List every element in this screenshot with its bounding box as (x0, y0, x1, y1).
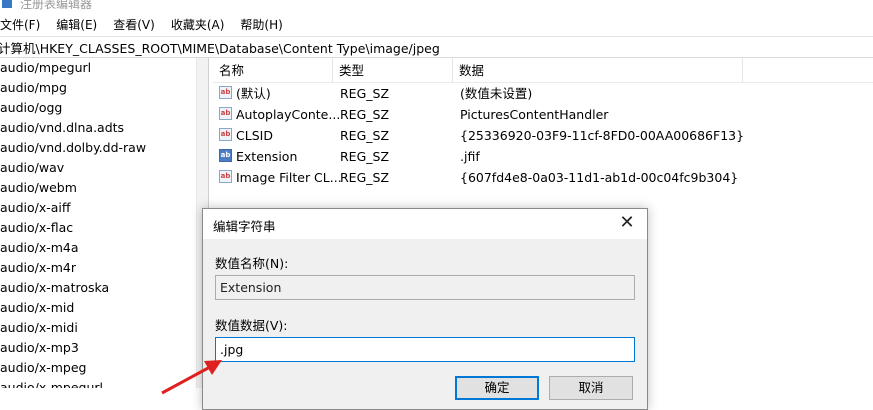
menu-file[interactable]: 文件(F) (0, 13, 40, 35)
tree-item[interactable]: audio/mpegurl (0, 58, 200, 78)
value-type: REG_SZ (340, 170, 390, 185)
string-value-icon-selected: ab (219, 149, 232, 162)
menu-edit[interactable]: 编辑(E) (56, 13, 97, 35)
menu-help[interactable]: 帮助(H) (240, 13, 282, 35)
title-bar: 注册表编辑器 (0, 0, 873, 12)
tree-item[interactable]: audio/vnd.dolby.dd-raw (0, 138, 200, 158)
tree-item[interactable]: audio/ogg (0, 98, 200, 118)
close-icon[interactable]: ✕ (617, 213, 637, 233)
window-title: 注册表编辑器 (20, 0, 93, 11)
menu-view[interactable]: 查看(V) (113, 13, 155, 35)
value-type: REG_SZ (340, 107, 390, 122)
tree-item[interactable]: audio/vnd.dlna.adts (0, 118, 200, 138)
value-data: PicturesContentHandler (460, 107, 609, 122)
value-data: .jfif (460, 149, 480, 164)
ok-button[interactable]: 确定 (455, 376, 539, 400)
registry-app-icon (2, 0, 12, 8)
list-header: 名称 类型 数据 (213, 58, 873, 83)
column-header-type[interactable]: 类型 (333, 58, 453, 82)
tree-item[interactable]: audio/mpg (0, 78, 200, 98)
registry-tree: audio/mpegurl audio/mpg audio/ogg audio/… (0, 58, 200, 388)
value-name-label: 数值名称(N): (215, 256, 289, 271)
list-row[interactable]: ab (默认) REG_SZ (数值未设置) (213, 83, 873, 104)
value-data-input[interactable] (215, 337, 635, 362)
value-data-label: 数值数据(V): (215, 318, 288, 333)
dialog-title: 编辑字符串 (213, 219, 276, 234)
edit-string-dialog: 编辑字符串 ✕ 数值名称(N): Extension 数值数据(V): 确定 取… (202, 208, 648, 410)
list-row[interactable]: ab AutoplayConte... REG_SZ PicturesConte… (213, 104, 873, 125)
dialog-title-bar[interactable]: 编辑字符串 ✕ (203, 209, 647, 239)
column-header-name[interactable]: 名称 (213, 58, 333, 82)
value-data: {25336920-03F9-11cf-8FD0-00AA00686F13} (460, 128, 745, 143)
list-row[interactable]: ab CLSID REG_SZ {25336920-03F9-11cf-8FD0… (213, 125, 873, 146)
tree-item[interactable]: audio/wav (0, 158, 200, 178)
value-name: Image Filter CL... (236, 170, 342, 185)
string-value-icon: ab (219, 170, 232, 183)
value-type: REG_SZ (340, 149, 390, 164)
value-name: CLSID (236, 128, 273, 143)
tree-item[interactable]: audio/x-matroska (0, 278, 200, 298)
tree-item[interactable]: audio/x-flac (0, 218, 200, 238)
value-type: REG_SZ (340, 86, 390, 101)
tree-item[interactable]: audio/webm (0, 178, 200, 198)
value-name-field: Extension (215, 275, 635, 300)
value-name: Extension (236, 149, 298, 164)
annotation-arrow-icon (161, 360, 222, 395)
menu-bar: 文件(F) 编辑(E) 查看(V) 收藏夹(A) 帮助(H) (0, 13, 873, 35)
list-row[interactable]: ab Extension REG_SZ .jfif (213, 146, 873, 167)
address-path: 计算机\HKEY_CLASSES_ROOT\MIME\Database\Cont… (0, 40, 440, 56)
value-data: (数值未设置) (460, 86, 533, 101)
address-bar[interactable]: 计算机\HKEY_CLASSES_ROOT\MIME\Database\Cont… (0, 36, 873, 58)
string-value-icon: ab (219, 107, 232, 120)
value-type: REG_SZ (340, 128, 390, 143)
value-data: {607fd4e8-0a03-11d1-ab1d-00c04fc9b304} (460, 170, 739, 185)
tree-item[interactable]: audio/x-aiff (0, 198, 200, 218)
tree-item[interactable]: audio/x-mid (0, 298, 200, 318)
tree-item[interactable]: audio/x-m4r (0, 258, 200, 278)
value-name: AutoplayConte... (236, 107, 341, 122)
column-header-data[interactable]: 数据 (453, 58, 743, 82)
string-value-icon: ab (219, 128, 232, 141)
tree-item[interactable]: audio/x-m4a (0, 238, 200, 258)
value-name: (默认) (236, 86, 271, 101)
list-row[interactable]: ab Image Filter CL... REG_SZ {607fd4e8-0… (213, 167, 873, 188)
menu-favorites[interactable]: 收藏夹(A) (171, 13, 225, 35)
cancel-button[interactable]: 取消 (549, 376, 633, 400)
tree-item[interactable]: audio/x-midi (0, 318, 200, 338)
string-value-icon: ab (219, 86, 232, 99)
